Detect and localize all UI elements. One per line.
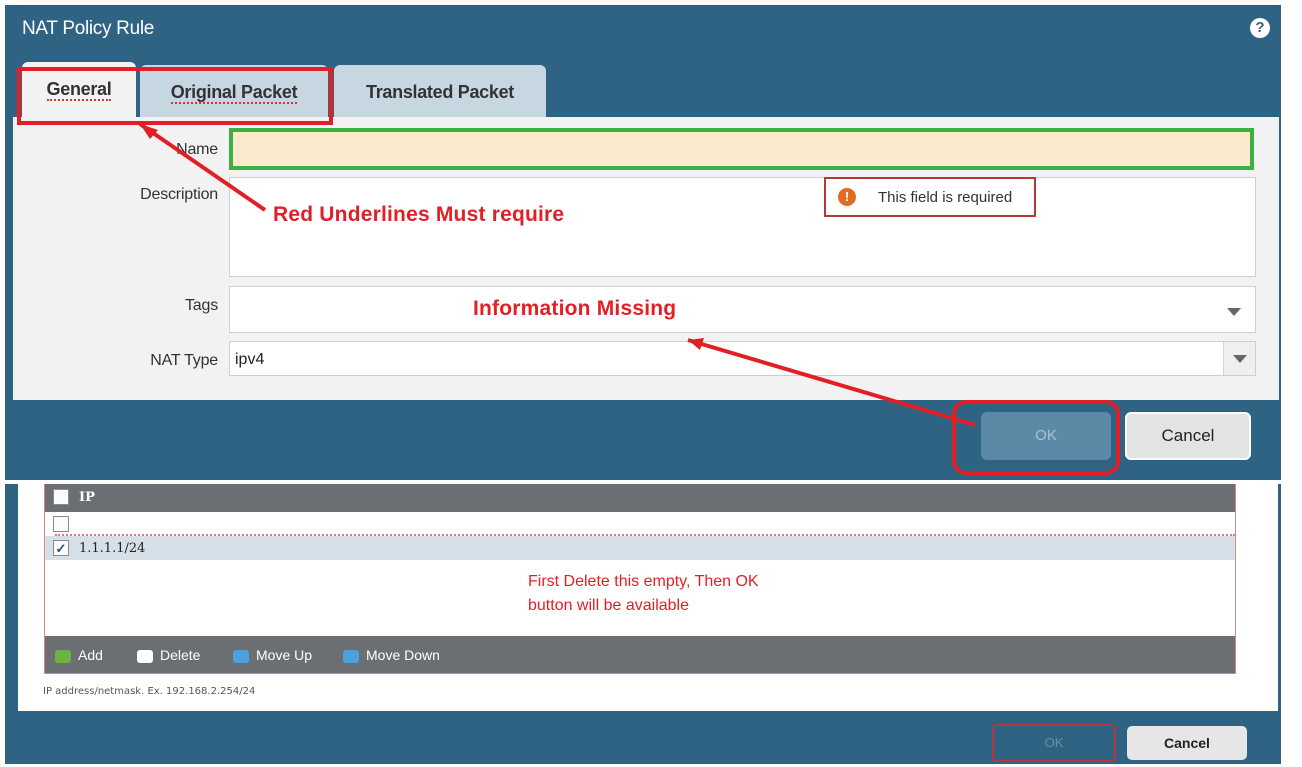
- delete-label: Delete: [160, 647, 201, 663]
- cancel-button[interactable]: Cancel: [1127, 726, 1247, 760]
- table-row[interactable]: ✓ 1.1.1.1/24: [45, 536, 1235, 560]
- annotation-first-delete: First Delete this empty, Then OK button …: [528, 570, 759, 618]
- row-checkbox-checked[interactable]: ✓: [53, 540, 69, 556]
- minus-icon: [137, 649, 153, 663]
- move-down-label: Move Down: [366, 647, 440, 663]
- add-label: Add: [78, 647, 103, 663]
- ip-hint: IP address/netmask. Ex. 192.168.2.254/24: [43, 686, 256, 697]
- grid-toolbar: Add Delete Move Up Move Down: [45, 636, 1235, 673]
- arrow-down-icon: [343, 649, 359, 663]
- select-all-checkbox[interactable]: [53, 489, 69, 505]
- move-up-label: Move Up: [256, 647, 313, 663]
- move-up-button[interactable]: Move Up: [233, 647, 312, 663]
- add-button[interactable]: Add: [55, 647, 103, 663]
- annotation-line: button will be available: [528, 597, 689, 614]
- annotation-line: First Delete this empty, Then OK: [528, 573, 759, 590]
- arrow-up-icon: [233, 649, 249, 663]
- grid-header: IP: [45, 484, 1235, 512]
- ok-button[interactable]: OK: [992, 724, 1116, 762]
- plus-icon: [55, 649, 71, 663]
- move-down-button[interactable]: Move Down: [343, 647, 440, 663]
- row-checkbox[interactable]: [53, 516, 69, 532]
- row-value: 1.1.1.1/24: [79, 541, 146, 556]
- delete-button[interactable]: Delete: [137, 647, 200, 663]
- table-row[interactable]: [45, 512, 1235, 536]
- ip-column-header: IP: [79, 490, 95, 505]
